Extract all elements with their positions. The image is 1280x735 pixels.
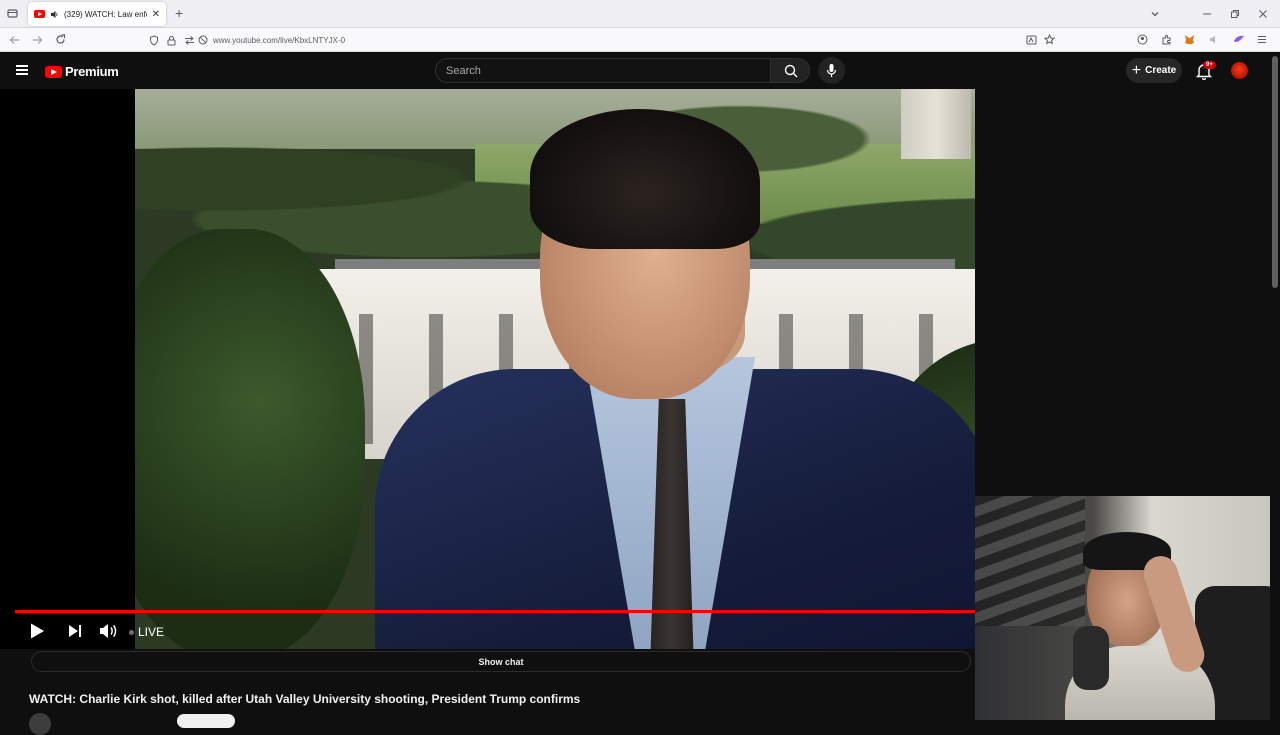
- play-icon[interactable]: [28, 622, 46, 640]
- shield-icon[interactable]: [149, 35, 159, 46]
- bookmark-star-icon[interactable]: [1044, 34, 1055, 45]
- search-button[interactable]: [770, 58, 810, 83]
- extensions-icon[interactable]: [1161, 34, 1172, 45]
- search-input[interactable]: [436, 59, 770, 82]
- youtube-play-logo-icon: [45, 65, 62, 78]
- audio-playing-icon[interactable]: [50, 10, 59, 19]
- next-video-icon[interactable]: [66, 622, 84, 640]
- restore-window-icon[interactable]: [1230, 9, 1240, 19]
- live-dot-icon: [129, 629, 134, 635]
- webcam-microphone: [1073, 626, 1109, 690]
- tab-title: (329) WATCH: Law enforcem: [64, 9, 147, 19]
- channel-avatar[interactable]: [29, 713, 51, 735]
- notification-count-badge: 9+: [1203, 61, 1216, 69]
- new-tab-button[interactable]: +: [175, 6, 183, 20]
- scrollbar-thumb[interactable]: [1272, 56, 1278, 288]
- search-icon: [784, 64, 798, 78]
- back-icon[interactable]: [9, 35, 20, 45]
- browser-tab-strip: (329) WATCH: Law enforcem ✕ +: [0, 0, 1280, 28]
- permissions-icon[interactable]: [184, 36, 195, 45]
- youtube-favicon-icon: [34, 10, 45, 18]
- translate-icon[interactable]: [1026, 35, 1037, 45]
- plus-icon: +: [1131, 61, 1142, 79]
- progress-bar[interactable]: [15, 610, 975, 613]
- webcam-overlay: [975, 496, 1270, 720]
- minimize-window-icon[interactable]: [1202, 9, 1212, 19]
- create-button[interactable]: + Create: [1126, 58, 1182, 83]
- video-frame[interactable]: [135, 89, 975, 649]
- menu-hamburger-icon[interactable]: [1257, 35, 1267, 44]
- autoplay-blocked-icon[interactable]: [198, 35, 208, 45]
- subscribe-button[interactable]: [177, 714, 235, 728]
- extension-purple-icon[interactable]: [1233, 34, 1245, 45]
- voice-search-button[interactable]: [818, 57, 845, 84]
- microphone-icon: [826, 64, 837, 77]
- tab-list-icon[interactable]: [7, 8, 18, 19]
- browser-tab-active[interactable]: (329) WATCH: Law enforcem ✕: [28, 2, 166, 26]
- guide-menu-icon[interactable]: [16, 65, 28, 75]
- metamask-fox-icon[interactable]: [1184, 34, 1195, 45]
- reload-icon[interactable]: [55, 34, 66, 45]
- video-title: WATCH: Charlie Kirk shot, killed after U…: [29, 692, 581, 706]
- logo-text: Premium: [65, 64, 119, 79]
- media-speaker-icon[interactable]: [1209, 34, 1220, 45]
- show-chat-button[interactable]: Show chat: [31, 651, 971, 672]
- url-text[interactable]: www.youtube.com/live/KbxLNTYJX-0: [213, 36, 345, 45]
- webcam-background-stairs: [975, 496, 1085, 626]
- video-foliage-left: [135, 229, 365, 649]
- forward-icon[interactable]: [32, 35, 43, 45]
- youtube-premium-logo[interactable]: Premium: [45, 64, 119, 79]
- video-player[interactable]: [0, 89, 975, 649]
- lock-icon[interactable]: [167, 35, 176, 46]
- address-bar[interactable]: www.youtube.com/live/KbxLNTYJX-0: [142, 31, 1062, 49]
- live-label: LIVE: [138, 625, 165, 639]
- live-indicator[interactable]: LIVE: [129, 625, 164, 639]
- tab-overflow-chevron-icon[interactable]: [1150, 9, 1160, 19]
- search-box[interactable]: [435, 58, 771, 83]
- account-icon[interactable]: [1137, 34, 1148, 45]
- volume-icon[interactable]: [98, 622, 118, 640]
- tab-close-icon[interactable]: ✕: [152, 9, 160, 20]
- presenter-hair: [530, 109, 760, 249]
- browser-toolbar: www.youtube.com/live/KbxLNTYJX-0: [0, 28, 1280, 52]
- user-avatar[interactable]: [1231, 62, 1248, 79]
- close-window-icon[interactable]: [1258, 9, 1268, 19]
- youtube-header: Premium + Create 9+: [0, 52, 1280, 89]
- create-label: Create: [1145, 65, 1177, 76]
- video-presenter: [375, 109, 975, 649]
